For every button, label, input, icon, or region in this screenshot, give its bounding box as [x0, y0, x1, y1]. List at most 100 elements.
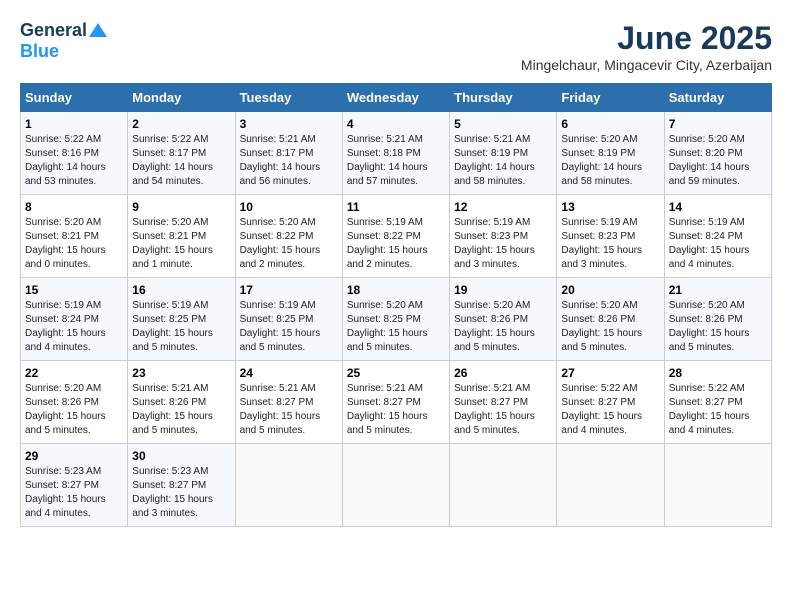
calendar-cell	[235, 444, 342, 527]
day-info: Sunrise: 5:20 AM Sunset: 8:26 PM Dayligh…	[669, 299, 767, 355]
day-number: 21	[669, 283, 767, 297]
day-number: 30	[132, 449, 230, 463]
day-number: 5	[454, 117, 552, 131]
calendar-cell: 3 Sunrise: 5:21 AM Sunset: 8:17 PM Dayli…	[235, 112, 342, 195]
calendar-cell: 10 Sunrise: 5:20 AM Sunset: 8:22 PM Dayl…	[235, 195, 342, 278]
day-number: 8	[25, 200, 123, 214]
calendar-cell: 30 Sunrise: 5:23 AM Sunset: 8:27 PM Dayl…	[128, 444, 235, 527]
calendar-cell: 5 Sunrise: 5:21 AM Sunset: 8:19 PM Dayli…	[450, 112, 557, 195]
calendar-cell: 11 Sunrise: 5:19 AM Sunset: 8:22 PM Dayl…	[342, 195, 449, 278]
day-info: Sunrise: 5:19 AM Sunset: 8:24 PM Dayligh…	[669, 216, 767, 272]
day-info: Sunrise: 5:21 AM Sunset: 8:17 PM Dayligh…	[240, 133, 338, 189]
day-number: 20	[561, 283, 659, 297]
day-number: 12	[454, 200, 552, 214]
calendar-cell: 24 Sunrise: 5:21 AM Sunset: 8:27 PM Dayl…	[235, 361, 342, 444]
day-number: 9	[132, 200, 230, 214]
calendar-cell: 18 Sunrise: 5:20 AM Sunset: 8:25 PM Dayl…	[342, 278, 449, 361]
day-number: 4	[347, 117, 445, 131]
day-number: 2	[132, 117, 230, 131]
day-number: 1	[25, 117, 123, 131]
calendar-cell: 23 Sunrise: 5:21 AM Sunset: 8:26 PM Dayl…	[128, 361, 235, 444]
logo-general-text: General	[20, 20, 87, 41]
day-number: 13	[561, 200, 659, 214]
calendar-week-row: 15 Sunrise: 5:19 AM Sunset: 8:24 PM Dayl…	[21, 278, 772, 361]
day-number: 27	[561, 366, 659, 380]
day-info: Sunrise: 5:19 AM Sunset: 8:24 PM Dayligh…	[25, 299, 123, 355]
calendar-cell: 26 Sunrise: 5:21 AM Sunset: 8:27 PM Dayl…	[450, 361, 557, 444]
calendar-cell	[664, 444, 771, 527]
day-number: 17	[240, 283, 338, 297]
day-info: Sunrise: 5:22 AM Sunset: 8:16 PM Dayligh…	[25, 133, 123, 189]
calendar-cell: 28 Sunrise: 5:22 AM Sunset: 8:27 PM Dayl…	[664, 361, 771, 444]
calendar-cell: 13 Sunrise: 5:19 AM Sunset: 8:23 PM Dayl…	[557, 195, 664, 278]
calendar-cell: 19 Sunrise: 5:20 AM Sunset: 8:26 PM Dayl…	[450, 278, 557, 361]
logo-triangle-icon	[89, 21, 107, 39]
weekday-sunday: Sunday	[21, 84, 128, 112]
calendar-cell	[450, 444, 557, 527]
calendar-week-row: 1 Sunrise: 5:22 AM Sunset: 8:16 PM Dayli…	[21, 112, 772, 195]
weekday-thursday: Thursday	[450, 84, 557, 112]
day-info: Sunrise: 5:20 AM Sunset: 8:26 PM Dayligh…	[25, 382, 123, 438]
weekday-saturday: Saturday	[664, 84, 771, 112]
page-header: General Blue June 2025 Mingelchaur, Ming…	[20, 20, 772, 73]
calendar-cell	[342, 444, 449, 527]
calendar-cell: 29 Sunrise: 5:23 AM Sunset: 8:27 PM Dayl…	[21, 444, 128, 527]
calendar-cell: 1 Sunrise: 5:22 AM Sunset: 8:16 PM Dayli…	[21, 112, 128, 195]
calendar-week-row: 29 Sunrise: 5:23 AM Sunset: 8:27 PM Dayl…	[21, 444, 772, 527]
logo-blue-text: Blue	[20, 41, 59, 62]
calendar-cell: 9 Sunrise: 5:20 AM Sunset: 8:21 PM Dayli…	[128, 195, 235, 278]
day-info: Sunrise: 5:22 AM Sunset: 8:27 PM Dayligh…	[669, 382, 767, 438]
weekday-wednesday: Wednesday	[342, 84, 449, 112]
calendar-cell: 25 Sunrise: 5:21 AM Sunset: 8:27 PM Dayl…	[342, 361, 449, 444]
day-info: Sunrise: 5:20 AM Sunset: 8:21 PM Dayligh…	[25, 216, 123, 272]
day-number: 7	[669, 117, 767, 131]
calendar-cell: 21 Sunrise: 5:20 AM Sunset: 8:26 PM Dayl…	[664, 278, 771, 361]
day-info: Sunrise: 5:21 AM Sunset: 8:27 PM Dayligh…	[347, 382, 445, 438]
calendar-cell: 20 Sunrise: 5:20 AM Sunset: 8:26 PM Dayl…	[557, 278, 664, 361]
weekday-header-row: SundayMondayTuesdayWednesdayThursdayFrid…	[21, 84, 772, 112]
logo: General Blue	[20, 20, 107, 62]
calendar-header: SundayMondayTuesdayWednesdayThursdayFrid…	[21, 84, 772, 112]
month-title: June 2025	[521, 20, 772, 57]
day-info: Sunrise: 5:20 AM Sunset: 8:26 PM Dayligh…	[454, 299, 552, 355]
day-number: 18	[347, 283, 445, 297]
day-number: 6	[561, 117, 659, 131]
day-info: Sunrise: 5:19 AM Sunset: 8:25 PM Dayligh…	[240, 299, 338, 355]
day-number: 3	[240, 117, 338, 131]
weekday-friday: Friday	[557, 84, 664, 112]
day-number: 14	[669, 200, 767, 214]
day-info: Sunrise: 5:20 AM Sunset: 8:25 PM Dayligh…	[347, 299, 445, 355]
calendar-body: 1 Sunrise: 5:22 AM Sunset: 8:16 PM Dayli…	[21, 112, 772, 527]
calendar-cell: 4 Sunrise: 5:21 AM Sunset: 8:18 PM Dayli…	[342, 112, 449, 195]
calendar-cell: 15 Sunrise: 5:19 AM Sunset: 8:24 PM Dayl…	[21, 278, 128, 361]
day-number: 19	[454, 283, 552, 297]
day-number: 24	[240, 366, 338, 380]
day-info: Sunrise: 5:22 AM Sunset: 8:27 PM Dayligh…	[561, 382, 659, 438]
day-info: Sunrise: 5:20 AM Sunset: 8:21 PM Dayligh…	[132, 216, 230, 272]
day-info: Sunrise: 5:22 AM Sunset: 8:17 PM Dayligh…	[132, 133, 230, 189]
calendar-cell: 2 Sunrise: 5:22 AM Sunset: 8:17 PM Dayli…	[128, 112, 235, 195]
calendar-cell: 22 Sunrise: 5:20 AM Sunset: 8:26 PM Dayl…	[21, 361, 128, 444]
day-number: 10	[240, 200, 338, 214]
calendar-cell: 16 Sunrise: 5:19 AM Sunset: 8:25 PM Dayl…	[128, 278, 235, 361]
calendar-cell	[557, 444, 664, 527]
calendar-cell: 7 Sunrise: 5:20 AM Sunset: 8:20 PM Dayli…	[664, 112, 771, 195]
day-info: Sunrise: 5:21 AM Sunset: 8:27 PM Dayligh…	[454, 382, 552, 438]
day-info: Sunrise: 5:20 AM Sunset: 8:20 PM Dayligh…	[669, 133, 767, 189]
day-number: 23	[132, 366, 230, 380]
calendar-table: SundayMondayTuesdayWednesdayThursdayFrid…	[20, 83, 772, 527]
calendar-cell: 14 Sunrise: 5:19 AM Sunset: 8:24 PM Dayl…	[664, 195, 771, 278]
day-info: Sunrise: 5:20 AM Sunset: 8:22 PM Dayligh…	[240, 216, 338, 272]
day-number: 26	[454, 366, 552, 380]
calendar-cell: 6 Sunrise: 5:20 AM Sunset: 8:19 PM Dayli…	[557, 112, 664, 195]
day-info: Sunrise: 5:19 AM Sunset: 8:22 PM Dayligh…	[347, 216, 445, 272]
day-number: 29	[25, 449, 123, 463]
day-info: Sunrise: 5:23 AM Sunset: 8:27 PM Dayligh…	[25, 465, 123, 521]
weekday-tuesday: Tuesday	[235, 84, 342, 112]
calendar-week-row: 22 Sunrise: 5:20 AM Sunset: 8:26 PM Dayl…	[21, 361, 772, 444]
day-number: 22	[25, 366, 123, 380]
day-info: Sunrise: 5:21 AM Sunset: 8:27 PM Dayligh…	[240, 382, 338, 438]
title-block: June 2025 Mingelchaur, Mingacevir City, …	[521, 20, 772, 73]
calendar-week-row: 8 Sunrise: 5:20 AM Sunset: 8:21 PM Dayli…	[21, 195, 772, 278]
location: Mingelchaur, Mingacevir City, Azerbaijan	[521, 57, 772, 73]
